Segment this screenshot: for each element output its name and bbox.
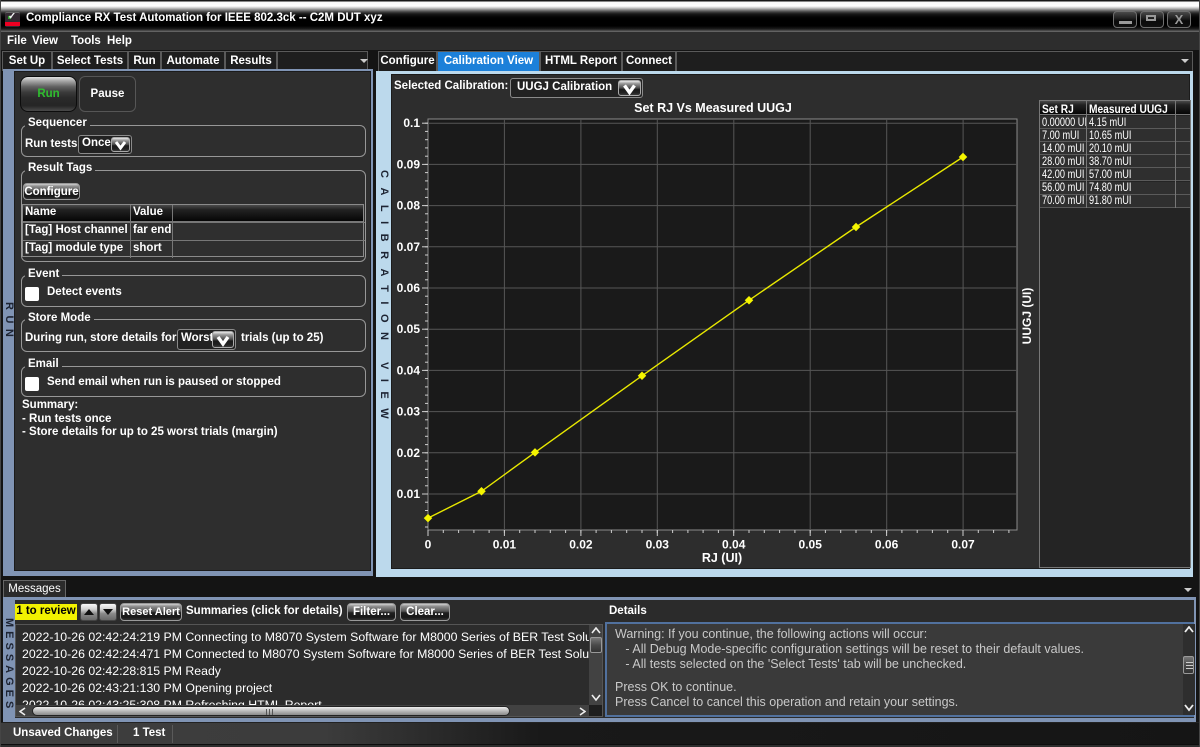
svg-text:0.06: 0.06 [397, 281, 421, 295]
svg-text:0.1: 0.1 [403, 116, 420, 130]
svg-text:0.05: 0.05 [799, 538, 823, 552]
svg-text:0.04: 0.04 [722, 538, 746, 552]
svg-text:UUGJ (UI): UUGJ (UI) [1020, 288, 1034, 345]
svg-text:0.02: 0.02 [569, 538, 593, 552]
svg-text:0.07: 0.07 [397, 240, 421, 254]
svg-text:0.07: 0.07 [951, 538, 975, 552]
svg-text:0.01: 0.01 [397, 487, 421, 501]
svg-text:0.03: 0.03 [397, 405, 421, 419]
svg-text:RJ (UI): RJ (UI) [702, 551, 742, 565]
svg-text:0.05: 0.05 [397, 322, 421, 336]
svg-text:0.06: 0.06 [875, 538, 899, 552]
svg-text:0.08: 0.08 [397, 199, 421, 213]
svg-text:0.04: 0.04 [397, 363, 421, 377]
svg-text:0: 0 [425, 538, 432, 552]
svg-text:Set RJ Vs Measured UUGJ: Set RJ Vs Measured UUGJ [634, 101, 792, 115]
svg-text:0.03: 0.03 [646, 538, 670, 552]
svg-text:0.09: 0.09 [397, 157, 421, 171]
svg-text:0.01: 0.01 [493, 538, 517, 552]
svg-text:0.02: 0.02 [397, 446, 421, 460]
